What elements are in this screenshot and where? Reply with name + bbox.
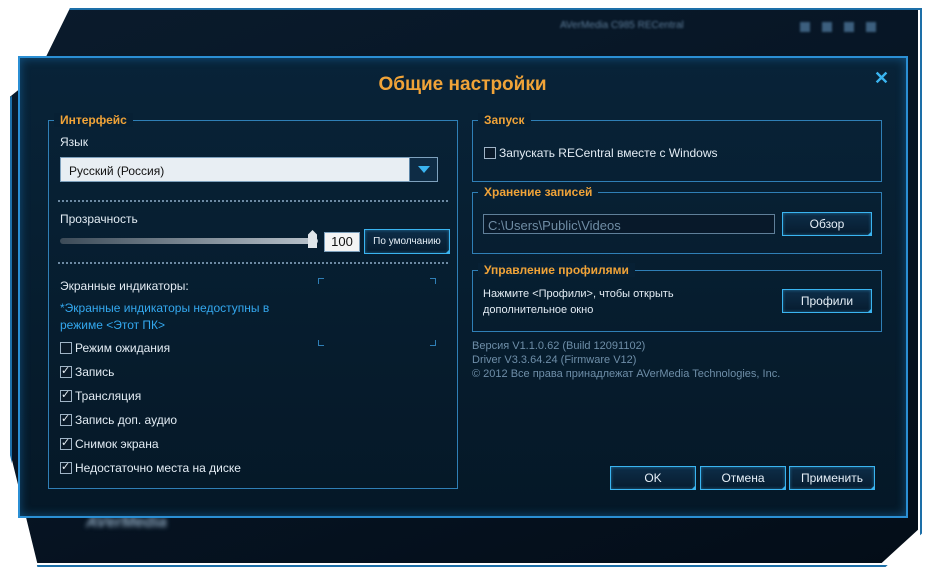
interface-legend: Интерфейс: [54, 113, 133, 127]
dialog-title: Общие настройки: [378, 74, 547, 95]
background-app-title: AVerMedia C985 RECentral: [560, 20, 684, 31]
checkbox-record[interactable]: [60, 364, 72, 378]
checkbox-standby[interactable]: [60, 342, 72, 354]
startup-legend: Запуск: [478, 113, 531, 127]
divider: [58, 200, 448, 202]
checkbox-screenshot[interactable]: [60, 436, 72, 450]
settings-icon: [822, 22, 832, 32]
profiles-legend: Управление профилями: [478, 263, 635, 277]
checkbox-screenshot-label: Снимок экрана: [75, 437, 159, 451]
restore-icon: [844, 22, 854, 32]
browse-button[interactable]: Обзор: [782, 212, 872, 236]
minimize-icon: [800, 22, 810, 32]
checkbox-autostart[interactable]: [484, 147, 496, 159]
checkbox-extra-audio[interactable]: [60, 412, 72, 426]
checkbox-stream[interactable]: [60, 388, 72, 402]
checkbox-record-label: Запись: [75, 365, 115, 379]
ok-button[interactable]: OK: [610, 466, 696, 490]
window-close-icon: [866, 22, 876, 32]
language-select-value: Русский (Россия): [69, 164, 165, 178]
indicators-hint-line2: режиме <Этот ПК>: [60, 318, 166, 332]
default-button[interactable]: По умолчанию: [364, 229, 450, 254]
preview-corner: [430, 340, 436, 346]
version-text: Версия V1.1.0.62 (Build 12091102): [472, 340, 646, 352]
checkbox-standby-label: Режим ожидания: [75, 341, 171, 355]
checkbox-autostart-label: Запускать RECentral вместе с Windows: [499, 146, 718, 160]
checkbox-low-disk[interactable]: [60, 460, 72, 474]
preview-corner: [430, 278, 436, 284]
indicators-hint-line1: *Экранные индикаторы недоступны в: [60, 301, 270, 315]
profiles-button[interactable]: Профили: [782, 289, 872, 313]
profiles-description-line2: дополнительное окно: [483, 304, 594, 316]
language-label: Язык: [60, 135, 89, 149]
checkbox-low-disk-label: Недостаточно места на диске: [75, 461, 241, 475]
divider: [58, 262, 448, 264]
preview-corner: [318, 340, 324, 346]
close-icon[interactable]: ✕: [874, 68, 889, 89]
indicators-label: Экранные индикаторы:: [60, 279, 189, 293]
chevron-down-icon[interactable]: [409, 158, 437, 181]
cancel-button[interactable]: Отмена: [700, 466, 786, 490]
driver-text: Driver V3.3.64.24 (Firmware V12): [472, 354, 637, 366]
preview-corner: [318, 278, 324, 284]
profiles-description-line1: Нажмите <Профили>, чтобы открыть: [483, 288, 674, 300]
copyright-text: © 2012 Все права принадлежат AVerMedia T…: [472, 368, 781, 380]
language-select[interactable]: Русский (Россия): [60, 157, 438, 182]
storage-legend: Хранение записей: [478, 185, 599, 199]
transparency-slider-track[interactable]: [60, 238, 318, 244]
checkbox-extra-audio-label: Запись доп. аудио: [75, 413, 178, 427]
transparency-label: Прозрачность: [60, 212, 138, 226]
transparency-value[interactable]: 100: [324, 232, 360, 252]
apply-button[interactable]: Применить: [789, 466, 875, 490]
storage-path-field[interactable]: C:\Users\Public\Videos: [483, 214, 775, 234]
checkbox-stream-label: Трансляция: [75, 389, 142, 403]
